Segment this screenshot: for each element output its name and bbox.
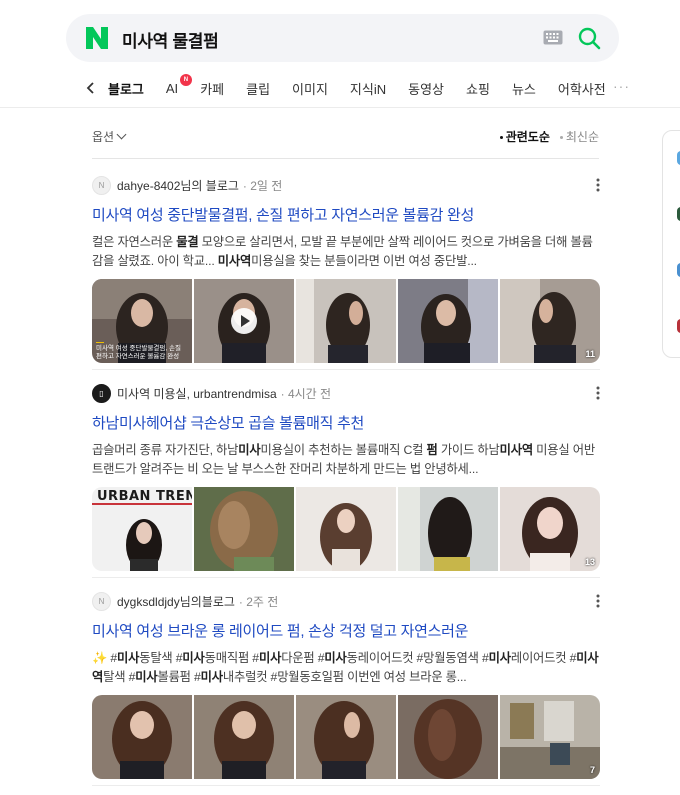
search-result: ▯ 미사역 미용실, urbantrendmisa · 4시간 전 하남미사헤어… xyxy=(92,383,600,571)
tab-news[interactable]: 뉴스 xyxy=(512,79,536,98)
sort-divider xyxy=(92,158,599,159)
result-snippet[interactable]: 컬은 자연스러운 물결 모양으로 살리면서, 모발 끝 부분에만 살짝 레이어드… xyxy=(92,233,600,271)
search-result: N dygksdldjdy님의블로그 · 2주 전 미사역 여성 브라운 롱 레… xyxy=(92,591,600,779)
result-snippet[interactable]: 곱슬머리 종류 자가진단, 하남미사미용실이 추천하는 볼륨매직 C컬 펌 가이… xyxy=(92,441,600,479)
sort-row: 옵션 관련도순 최신순 xyxy=(92,128,599,148)
tab-clip[interactable]: 클립 xyxy=(246,79,270,98)
thumbnail[interactable]: 11 xyxy=(500,279,600,363)
tab-blog[interactable]: 블로그 xyxy=(108,79,144,98)
result-source[interactable]: dygksdldjdy님의블로그 xyxy=(117,593,235,610)
naver-logo-icon[interactable] xyxy=(84,25,110,51)
tab-dictionary[interactable]: 어학사전 xyxy=(558,79,606,98)
thumbnail[interactable] xyxy=(398,695,498,779)
avatar[interactable]: ▯ xyxy=(92,383,111,403)
tab-image[interactable]: 이미지 xyxy=(292,79,328,98)
thumbnail-strip[interactable]: 7 xyxy=(92,695,600,779)
avatar[interactable]: N xyxy=(92,591,111,611)
thumbnail[interactable] xyxy=(296,279,396,363)
side-panel[interactable] xyxy=(662,130,680,358)
result-title[interactable]: 미사역 여성 중단발물결펌, 손질 편하고 자연스러운 볼륨감 완성 xyxy=(92,204,600,225)
search-icon[interactable] xyxy=(577,26,601,50)
more-tabs-icon[interactable]: ··· xyxy=(613,78,630,94)
tab-ai[interactable]: AI N xyxy=(165,73,192,96)
chevron-left-icon[interactable] xyxy=(84,79,98,97)
brand-text: URBAN TREND xyxy=(97,489,192,504)
result-title[interactable]: 하남미사헤어샵 극손상모 곱슬 볼륨매직 추천 xyxy=(92,412,600,433)
ai-new-badge: N xyxy=(179,73,192,86)
thumbnail-video[interactable]: 미사역 여성 중단발물결펌, 손질 편하고 자연스러운 볼륨감 완성 xyxy=(92,279,192,363)
tab-cafe[interactable]: 카페 xyxy=(200,79,224,98)
thumbnail[interactable] xyxy=(296,695,396,779)
result-source[interactable]: dahye-8402님의 블로그 xyxy=(117,177,239,194)
dot-icon xyxy=(499,136,503,140)
tab-video[interactable]: 동영상 xyxy=(408,79,444,98)
thumbnail[interactable]: 13 xyxy=(500,487,600,571)
thumbnail-brand[interactable]: URBAN TREND xyxy=(92,487,192,571)
result-source[interactable]: 미사역 미용실, urbantrendmisa xyxy=(117,385,277,402)
sort-relevance[interactable]: 관련도순 xyxy=(499,128,550,145)
image-count: 13 xyxy=(584,557,595,567)
result-divider xyxy=(92,577,600,578)
tab-shopping[interactable]: 쇼핑 xyxy=(466,79,490,98)
result-time: · 2일 전 xyxy=(242,178,283,193)
more-vert-icon[interactable] xyxy=(596,594,600,608)
thumbnail[interactable] xyxy=(194,487,294,571)
result-title[interactable]: 미사역 여성 브라운 롱 레이어드 펌, 손상 걱정 덜고 자연스러운 xyxy=(92,620,600,641)
result-snippet[interactable]: ✨ #미사동탈색 #미사동매직펌 #미사다운펌 #미사동레이어드컷 #망월동염색… xyxy=(92,649,600,687)
more-vert-icon[interactable] xyxy=(596,386,600,400)
sort-relevance-label: 관련도순 xyxy=(505,130,550,144)
result-divider xyxy=(92,785,600,786)
thumbnail[interactable] xyxy=(92,695,192,779)
tab-divider xyxy=(0,107,680,108)
search-tabs: 블로그 AI N 카페 클립 이미지 지식iN 동영상 쇼핑 뉴스 어학사전 xyxy=(84,73,628,100)
thumbnail[interactable] xyxy=(398,279,498,363)
thumbnail[interactable]: 7 xyxy=(500,695,600,779)
sort-recent[interactable]: 최신순 xyxy=(559,128,599,145)
thumbnail[interactable] xyxy=(296,487,396,571)
keyboard-icon[interactable] xyxy=(543,30,563,45)
avatar[interactable]: N xyxy=(92,175,111,195)
tab-kin[interactable]: 지식iN xyxy=(350,79,386,98)
thumbnail[interactable] xyxy=(194,279,294,363)
result-time: · 4시간 전 xyxy=(280,386,332,401)
tab-ai-label: AI xyxy=(165,80,179,96)
video-caption: 미사역 여성 중단발물결펌, 손질 편하고 자연스러운 볼륨감 완성 xyxy=(96,342,188,362)
sort-recent-label: 최신순 xyxy=(565,130,599,144)
search-query[interactable]: 미사역 물결펌 xyxy=(122,27,219,52)
play-icon[interactable] xyxy=(231,308,257,334)
image-count: 7 xyxy=(589,765,595,775)
thumbnail-strip[interactable]: 미사역 여성 중단발물결펌, 손질 편하고 자연스러운 볼륨감 완성 11 xyxy=(92,279,600,363)
image-count: 11 xyxy=(585,349,595,359)
result-divider xyxy=(92,369,600,370)
search-bar[interactable]: 미사역 물결펌 xyxy=(66,14,619,62)
options-dropdown[interactable]: 옵션 xyxy=(92,128,125,145)
thumbnail-strip[interactable]: URBAN TREND 13 xyxy=(92,487,600,571)
thumbnail[interactable] xyxy=(194,695,294,779)
dot-icon xyxy=(559,136,563,140)
search-result: N dahye-8402님의 블로그 · 2일 전 미사역 여성 중단발물결펌,… xyxy=(92,175,600,363)
more-vert-icon[interactable] xyxy=(596,178,600,192)
result-time: · 2주 전 xyxy=(238,594,279,609)
thumbnail[interactable] xyxy=(398,487,498,571)
